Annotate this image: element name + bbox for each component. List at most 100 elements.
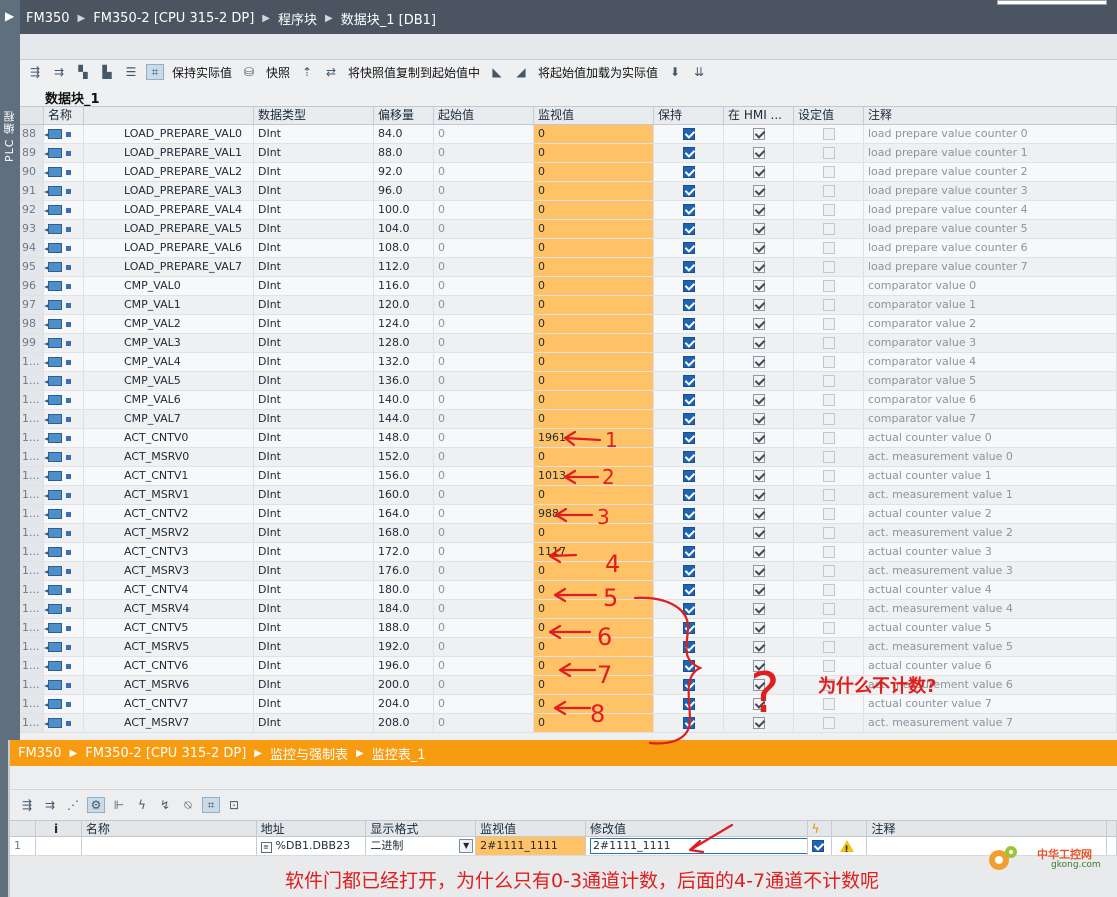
row-comment[interactable]: act. measurement value 4: [864, 600, 1117, 618]
row-name[interactable]: ACT_MSRV7: [84, 714, 254, 732]
table-row[interactable]: 1... ACT_CNTV0 DInt 148.0 0 1961 actual counte…: [20, 429, 1117, 448]
row-retain[interactable]: [654, 467, 724, 485]
setpoint-checkbox[interactable]: [822, 166, 835, 178]
hmi-checkbox[interactable]: [752, 641, 765, 653]
retain-checkbox[interactable]: [682, 698, 695, 710]
row-type[interactable]: DInt: [254, 277, 374, 295]
retain-checkbox[interactable]: [682, 432, 695, 444]
watch-header-monitor[interactable]: 监视值: [476, 821, 586, 836]
row-type[interactable]: DInt: [254, 201, 374, 219]
snapshot-copy-icon[interactable]: ⇄: [322, 64, 340, 80]
row-start[interactable]: 0: [434, 619, 534, 637]
header-retain[interactable]: 保持: [654, 107, 724, 124]
row-setpoint[interactable]: [794, 524, 864, 542]
row-retain[interactable]: [654, 486, 724, 504]
row-hmi[interactable]: [724, 619, 794, 637]
hmi-checkbox[interactable]: [752, 166, 765, 178]
setpoint-checkbox[interactable]: [822, 698, 835, 710]
monitor-toggle-icon[interactable]: ⌗: [146, 64, 164, 80]
retain-checkbox[interactable]: [682, 280, 695, 292]
retain-checkbox[interactable]: [682, 337, 695, 349]
retain-checkbox[interactable]: [682, 603, 695, 615]
row-comment[interactable]: actual counter value 2: [864, 505, 1117, 523]
setpoint-checkbox[interactable]: [822, 584, 835, 596]
insert-row-icon[interactable]: ⇶: [26, 64, 44, 80]
row-start[interactable]: 0: [434, 258, 534, 276]
table-row[interactable]: 96 CMP_VAL0 DInt 116.0 0 0 comparator value 0: [20, 277, 1117, 296]
hmi-checkbox[interactable]: [752, 185, 765, 197]
row-retain[interactable]: [654, 714, 724, 732]
retain-checkbox[interactable]: [682, 147, 695, 159]
row-start[interactable]: 0: [434, 676, 534, 694]
row-hmi[interactable]: [724, 524, 794, 542]
table-row[interactable]: 1... ACT_CNTV4 DInt 180.0 0 0 actual counter v…: [20, 581, 1117, 600]
copy-start-icon[interactable]: ◣: [488, 64, 506, 80]
retain-checkbox[interactable]: [682, 242, 695, 254]
table-row[interactable]: 1... ACT_MSRV2 DInt 168.0 0 0 act. measurement…: [20, 524, 1117, 543]
row-start[interactable]: 0: [434, 562, 534, 580]
row-comment[interactable]: actual counter value 1: [864, 467, 1117, 485]
watch-header-name[interactable]: 名称: [82, 821, 257, 836]
row-hmi[interactable]: [724, 429, 794, 447]
row-setpoint[interactable]: [794, 486, 864, 504]
row-name[interactable]: LOAD_PREPARE_VAL1: [84, 144, 254, 162]
row-start[interactable]: 0: [434, 581, 534, 599]
retain-checkbox[interactable]: [682, 204, 695, 216]
row-start[interactable]: 0: [434, 486, 534, 504]
list-icon[interactable]: ☰: [122, 64, 140, 80]
table-row[interactable]: 1... ACT_MSRV6 DInt 200.0 0 0 act. measurement…: [20, 676, 1117, 695]
row-hmi[interactable]: [724, 676, 794, 694]
setpoint-checkbox[interactable]: [822, 204, 835, 216]
table-row[interactable]: 1... ACT_MSRV4 DInt 184.0 0 0 act. measurement…: [20, 600, 1117, 619]
row-name[interactable]: ACT_CNTV1: [84, 467, 254, 485]
row-setpoint[interactable]: [794, 296, 864, 314]
retain-checkbox[interactable]: [682, 318, 695, 330]
modify-value-input[interactable]: 2#1111_1111: [589, 838, 807, 854]
row-start[interactable]: 0: [434, 372, 534, 390]
retain-checkbox[interactable]: [682, 394, 695, 406]
row-name[interactable]: ACT_MSRV5: [84, 638, 254, 656]
row-hmi[interactable]: [724, 182, 794, 200]
table-row[interactable]: 1... CMP_VAL5 DInt 136.0 0 0 comparator value …: [20, 372, 1117, 391]
header-hmi[interactable]: 在 HMI ...: [724, 107, 794, 124]
breadcrumb-item[interactable]: FM350-2 [CPU 315-2 DP]: [93, 11, 254, 26]
row-type[interactable]: DInt: [254, 258, 374, 276]
row-hmi[interactable]: [724, 695, 794, 713]
table-row[interactable]: 98 CMP_VAL2 DInt 124.0 0 0 comparator value 2: [20, 315, 1117, 334]
row-hmi[interactable]: [724, 562, 794, 580]
table-row[interactable]: 97 CMP_VAL1 DInt 120.0 0 0 comparator value 1: [20, 296, 1117, 315]
disable-force-icon[interactable]: ⍉: [179, 797, 197, 813]
row-start[interactable]: 0: [434, 505, 534, 523]
row-start[interactable]: 0: [434, 239, 534, 257]
row-comment[interactable]: comparator value 2: [864, 315, 1117, 333]
row-comment[interactable]: comparator value 7: [864, 410, 1117, 428]
row-hmi[interactable]: [724, 486, 794, 504]
row-comment[interactable]: act. measurement value 5: [864, 638, 1117, 656]
row-name[interactable]: CMP_VAL0: [84, 277, 254, 295]
header-name[interactable]: 名称: [48, 107, 72, 124]
row-name[interactable]: LOAD_PREPARE_VAL4: [84, 201, 254, 219]
setpoint-checkbox[interactable]: [822, 413, 835, 425]
retain-checkbox[interactable]: [682, 413, 695, 425]
row-start[interactable]: 0: [434, 695, 534, 713]
watch-breadcrumb-item[interactable]: FM350-2 [CPU 315-2 DP]: [85, 746, 246, 761]
watch-row-name[interactable]: [82, 837, 257, 855]
header-start[interactable]: 起始值: [434, 107, 534, 124]
row-name[interactable]: LOAD_PREPARE_VAL7: [84, 258, 254, 276]
force-icon[interactable]: ϟ: [133, 797, 151, 813]
row-retain[interactable]: [654, 657, 724, 675]
row-comment[interactable]: actual counter value 5: [864, 619, 1117, 637]
hmi-checkbox[interactable]: [752, 508, 765, 520]
table-row[interactable]: 89 LOAD_PREPARE_VAL1 DInt 88.0 0 0 load prepar…: [20, 144, 1117, 163]
retain-checkbox[interactable]: [682, 641, 695, 653]
row-type[interactable]: DInt: [254, 391, 374, 409]
row-retain[interactable]: [654, 201, 724, 219]
watch-row-modify-check[interactable]: [808, 837, 832, 855]
row-hmi[interactable]: [724, 581, 794, 599]
row-retain[interactable]: [654, 182, 724, 200]
row-comment[interactable]: act. measurement value 0: [864, 448, 1117, 466]
row-start[interactable]: 0: [434, 201, 534, 219]
row-name[interactable]: CMP_VAL6: [84, 391, 254, 409]
header-comment[interactable]: 注释: [864, 107, 1117, 124]
snapshot-button[interactable]: 快照: [266, 64, 290, 81]
